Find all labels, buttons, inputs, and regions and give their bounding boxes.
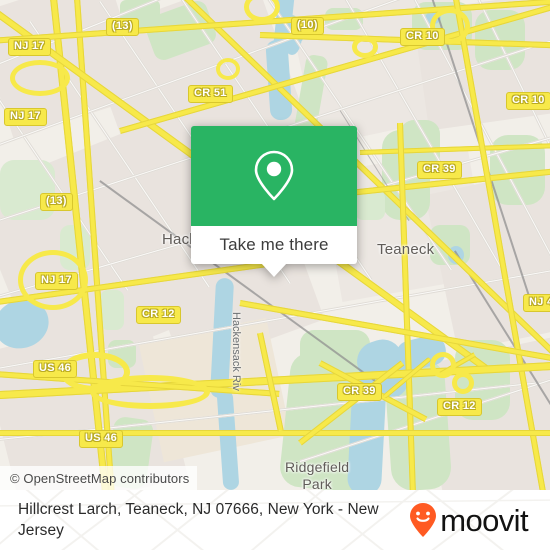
road-shield-cr-12-left: CR 12 [136,306,181,324]
take-me-there-label: Take me there [219,235,329,254]
take-me-there-button[interactable]: Take me there [191,226,357,264]
footer-bar: Hillcrest Larch, Teaneck, NJ 07666, New … [0,490,550,550]
map-pin-icon [254,150,294,201]
moovit-smiley-pin-icon [410,503,437,537]
road-shield-cr-39-upper: CR 39 [417,161,462,179]
road-shield-route-10: (10) [291,17,324,35]
road-shield-route-13-top: (13) [106,18,139,36]
road-shield-nj-17-south: NJ 17 [35,272,78,290]
osm-attribution-text: © OpenStreetMap contributors [10,470,190,486]
map-canvas[interactable]: NJ 17 NJ 17 (13) CR 51 (10) CR 10 CR 10 CR 39 (1… [0,0,550,490]
road-shield-cr-12-right: CR 12 [437,398,482,416]
river-label-hackensack-river: Hackensack Riv [230,312,242,391]
road-shield-route-13-left: (13) [40,193,73,211]
moovit-wordmark: moovit [440,502,528,538]
location-title: Hillcrest Larch, Teaneck, NJ 07666, New … [18,501,379,539]
road-shield-cr-39-lower: CR 39 [337,383,382,401]
road-shield-cr-51: CR 51 [188,85,233,103]
road-shield-cr-10-top: CR 10 [400,28,445,46]
road-shield-us-46-lower: US 46 [79,430,124,448]
place-label-teaneck: Teaneck [377,241,435,258]
moovit-brand[interactable]: moovit [408,502,529,538]
road-shield-cr-10-right: CR 10 [506,92,550,110]
road-shield-nj-17-mid: NJ 17 [4,108,47,126]
road-shield-us-46-upper: US 46 [33,360,78,378]
footer-content: Hillcrest Larch, Teaneck, NJ 07666, New … [0,490,550,550]
road-shield-nj-17-north: NJ 17 [8,38,51,56]
moovit-map-screenshot: NJ 17 NJ 17 (13) CR 51 (10) CR 10 CR 10 CR 39 (1… [0,0,550,550]
take-me-there-popup[interactable]: Take me there [191,126,357,277]
place-label-ridgefield-park: Ridgefield Park [285,459,350,490]
osm-attribution[interactable]: © OpenStreetMap contributors [0,466,198,490]
popup-icon-panel [191,126,357,226]
popup-tail [261,263,287,277]
road-shield-nj-4-right: NJ 4 [523,294,550,312]
